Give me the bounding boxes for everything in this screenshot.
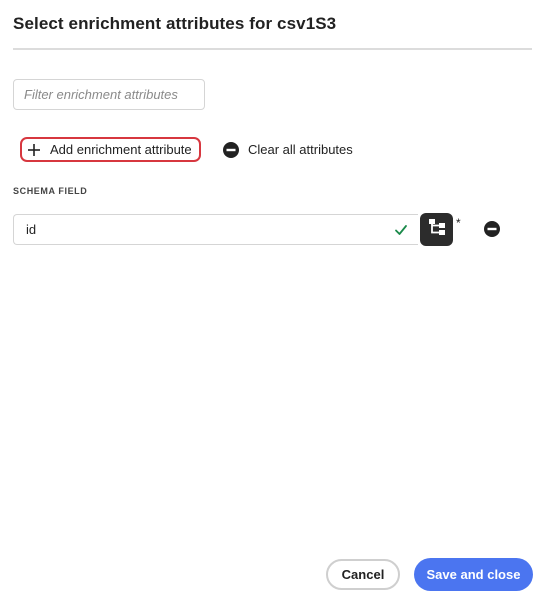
checkmark-icon — [394, 223, 408, 237]
cancel-button[interactable]: Cancel — [326, 559, 400, 590]
remove-circle-icon — [484, 221, 500, 237]
schema-tree-icon — [428, 218, 446, 241]
clear-all-attributes-label: Clear all attributes — [248, 142, 353, 157]
dialog-title: Select enrichment attributes for csv1S3 — [13, 14, 337, 33]
title-divider — [13, 48, 532, 50]
required-marker: * — [456, 216, 461, 230]
schema-field-input[interactable]: id — [13, 214, 418, 245]
schema-field-value: id — [26, 222, 37, 237]
add-enrichment-attribute-button[interactable]: Add enrichment attribute — [20, 137, 201, 162]
save-and-close-button[interactable]: Save and close — [414, 558, 533, 591]
section-label-schema-field: SCHEMA FIELD — [13, 186, 88, 196]
clear-all-attributes-button[interactable]: Clear all attributes — [223, 138, 353, 161]
remove-circle-icon — [223, 141, 239, 158]
remove-field-button[interactable] — [484, 221, 500, 242]
plus-icon — [27, 143, 41, 157]
select-schema-field-button[interactable] — [420, 213, 453, 246]
add-enrichment-attribute-label: Add enrichment attribute — [50, 142, 192, 157]
filter-input[interactable] — [13, 79, 205, 110]
